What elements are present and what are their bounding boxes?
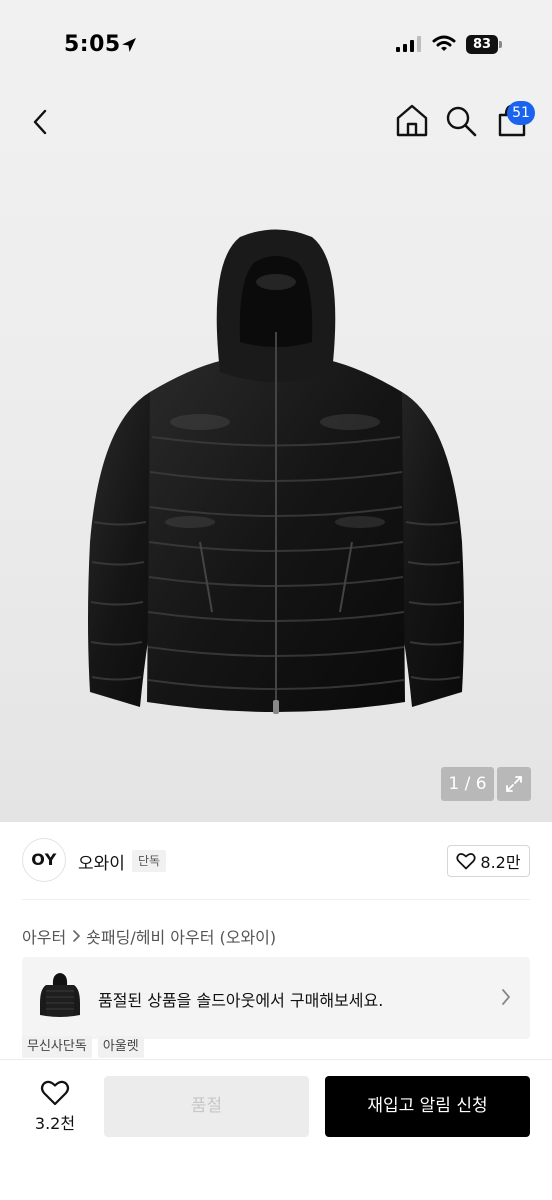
battery-cap [499, 41, 502, 48]
battery-level: 83 [466, 35, 498, 54]
chevron-left-icon [33, 109, 47, 135]
cart-count-badge: 51 [507, 101, 535, 125]
divider [22, 899, 530, 900]
chevron-right-icon [73, 930, 81, 942]
brand-logo[interactable]: OY [22, 838, 66, 882]
tag-outlet: 아울렛 [97, 1036, 144, 1058]
breadcrumb-subcategory[interactable]: 숏패딩/헤비 아우터 (오와이) [86, 924, 276, 948]
battery-indicator: 83 [466, 35, 502, 54]
wishlist-button[interactable]: 3.2천 [22, 1077, 88, 1137]
image-pager: 1 / 6 [441, 767, 494, 801]
heart-icon [456, 853, 477, 870]
exclusive-badge: 단독 [132, 850, 167, 872]
location-arrow-icon [122, 38, 136, 52]
cellular-signal-icon [396, 36, 421, 52]
expand-icon [506, 776, 522, 792]
chevron-right-icon [502, 989, 511, 1005]
search-button[interactable] [444, 103, 478, 139]
restock-alert-button[interactable]: 재입고 알림 신청 [325, 1076, 530, 1137]
promo-text: 품절된 상품을 솔드아웃에서 구매해보세요. [98, 991, 384, 1010]
brand-name[interactable]: 오와이 [78, 849, 125, 874]
soldout-promo-banner[interactable]: 품절된 상품을 솔드아웃에서 구매해보세요. [22, 957, 530, 1039]
tag-musinsa-exclusive: 무신사단독 [22, 1036, 92, 1058]
breadcrumb: 아우터 숏패딩/헤비 아우터 (오와이) [22, 924, 276, 948]
brand-like-count: 8.2만 [480, 853, 521, 872]
home-button[interactable] [394, 102, 430, 140]
home-icon [396, 104, 428, 137]
promo-thumbnail [40, 973, 80, 1017]
wishlist-count: 3.2천 [34, 1114, 76, 1133]
status-time: 5:05 [64, 32, 121, 57]
heart-icon [40, 1080, 70, 1106]
product-tags: 무신사단독 아울렛 [22, 1036, 144, 1058]
search-icon [446, 106, 477, 137]
soldout-button: 품절 [104, 1076, 309, 1137]
wifi-icon [432, 35, 456, 51]
brand-like-button[interactable]: 8.2만 [447, 845, 530, 877]
product-image[interactable] [80, 222, 472, 722]
back-button[interactable] [22, 102, 58, 142]
expand-image-button[interactable] [497, 767, 531, 801]
breadcrumb-category[interactable]: 아우터 [22, 924, 66, 948]
